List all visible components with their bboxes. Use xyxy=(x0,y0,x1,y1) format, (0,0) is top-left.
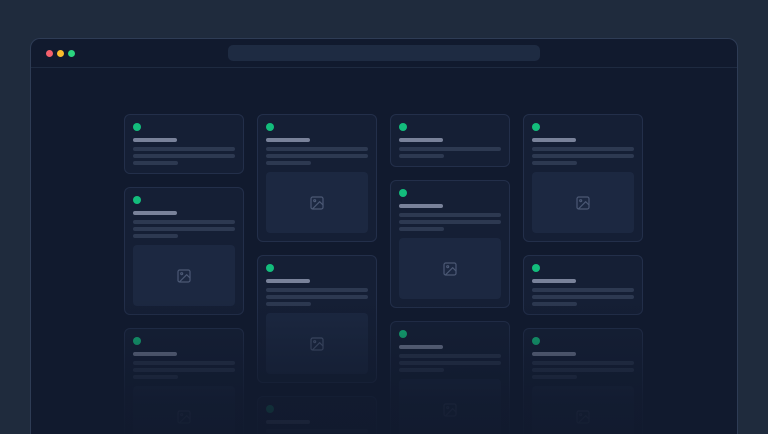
skeleton-text-line xyxy=(133,220,235,224)
skeleton-text-line xyxy=(266,288,368,292)
feed-card[interactable] xyxy=(390,321,510,434)
image-icon xyxy=(575,409,591,425)
skeleton-title-line xyxy=(133,211,177,215)
status-dot xyxy=(399,330,407,338)
skeleton-text-line xyxy=(399,361,501,365)
feed-card[interactable] xyxy=(390,180,510,308)
feed-card[interactable] xyxy=(523,114,643,242)
skeleton-title-line xyxy=(266,420,310,424)
feed-card[interactable] xyxy=(124,187,244,315)
skeleton-text-line xyxy=(532,161,577,165)
skeleton-title-line xyxy=(399,345,443,349)
status-dot xyxy=(133,337,141,345)
skeleton-text-line xyxy=(133,375,178,379)
skeleton-text-line xyxy=(399,147,501,151)
feed-card[interactable] xyxy=(124,328,244,434)
card-column-4 xyxy=(523,114,643,434)
skeleton-text-line xyxy=(266,154,368,158)
skeleton-title-line xyxy=(133,352,177,356)
skeleton-text-line xyxy=(133,368,235,372)
feed-card[interactable] xyxy=(390,114,510,167)
skeleton-text-line xyxy=(532,295,634,299)
skeleton-text-line xyxy=(133,147,235,151)
status-dot xyxy=(133,123,141,131)
feed-card[interactable] xyxy=(257,396,377,434)
window-controls xyxy=(46,39,75,67)
skeleton-text-line xyxy=(133,234,178,238)
card-column-2 xyxy=(257,114,377,434)
skeleton-text-line xyxy=(399,213,501,217)
image-placeholder xyxy=(266,172,368,233)
skeleton-text-line xyxy=(399,354,501,358)
skeleton-text-line xyxy=(399,368,444,372)
image-icon xyxy=(442,261,458,277)
skeleton-text-line xyxy=(133,161,178,165)
image-icon xyxy=(575,195,591,211)
skeleton-title-line xyxy=(532,138,576,142)
image-placeholder xyxy=(399,379,501,434)
browser-titlebar xyxy=(31,39,737,68)
skeleton-title-line xyxy=(266,138,310,142)
status-dot xyxy=(399,123,407,131)
skeleton-title-line xyxy=(532,352,576,356)
status-dot xyxy=(266,264,274,272)
image-placeholder xyxy=(532,386,634,434)
skeleton-title-line xyxy=(266,279,310,283)
skeleton-text-line xyxy=(532,147,634,151)
card-grid xyxy=(124,68,644,434)
image-icon xyxy=(176,409,192,425)
skeleton-title-line xyxy=(399,204,443,208)
skeleton-text-line xyxy=(133,154,235,158)
skeleton-text-line xyxy=(266,302,311,306)
maximize-button[interactable] xyxy=(68,50,75,57)
skeleton-text-line xyxy=(266,429,368,433)
minimize-button[interactable] xyxy=(57,50,64,57)
image-placeholder xyxy=(266,313,368,374)
skeleton-text-line xyxy=(532,361,634,365)
feed-card[interactable] xyxy=(523,255,643,315)
image-icon xyxy=(442,402,458,418)
skeleton-text-line xyxy=(399,227,444,231)
status-dot xyxy=(399,189,407,197)
skeleton-text-line xyxy=(266,295,368,299)
skeleton-text-line xyxy=(266,161,311,165)
skeleton-text-line xyxy=(399,220,501,224)
skeleton-text-line xyxy=(532,375,577,379)
skeleton-text-line xyxy=(133,361,235,365)
skeleton-text-line xyxy=(532,154,634,158)
status-dot xyxy=(266,405,274,413)
skeleton-title-line xyxy=(133,138,177,142)
skeleton-text-line xyxy=(532,302,577,306)
skeleton-text-line xyxy=(532,368,634,372)
status-dot xyxy=(532,264,540,272)
skeleton-text-line xyxy=(532,288,634,292)
status-dot xyxy=(133,196,141,204)
skeleton-title-line xyxy=(532,279,576,283)
browser-window xyxy=(30,38,738,434)
image-icon xyxy=(309,195,325,211)
feed-card[interactable] xyxy=(257,114,377,242)
skeleton-text-line xyxy=(133,227,235,231)
card-column-3 xyxy=(390,114,510,434)
image-placeholder xyxy=(133,245,235,306)
image-icon xyxy=(309,336,325,352)
close-button[interactable] xyxy=(46,50,53,57)
image-placeholder xyxy=(532,172,634,233)
skeleton-title-line xyxy=(399,138,443,142)
feed-card[interactable] xyxy=(124,114,244,174)
feed-card[interactable] xyxy=(257,255,377,383)
address-bar[interactable] xyxy=(228,45,540,61)
feed-card[interactable] xyxy=(523,328,643,434)
skeleton-text-line xyxy=(399,154,444,158)
status-dot xyxy=(266,123,274,131)
skeleton-text-line xyxy=(266,147,368,151)
image-placeholder xyxy=(133,386,235,434)
status-dot xyxy=(532,337,540,345)
desktop-background xyxy=(0,0,768,432)
image-icon xyxy=(176,268,192,284)
image-placeholder xyxy=(399,238,501,299)
status-dot xyxy=(532,123,540,131)
card-column-1 xyxy=(124,114,244,434)
